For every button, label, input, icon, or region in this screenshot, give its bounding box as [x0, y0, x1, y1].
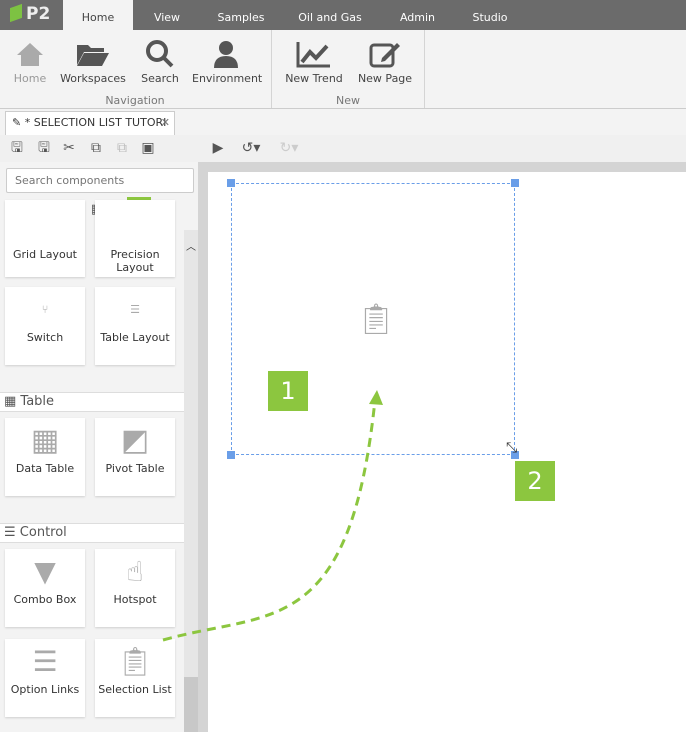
step-badge-1: 1 — [268, 371, 308, 411]
drag-path-arrow — [162, 390, 383, 642]
step-badge-2: 2 — [515, 461, 555, 501]
